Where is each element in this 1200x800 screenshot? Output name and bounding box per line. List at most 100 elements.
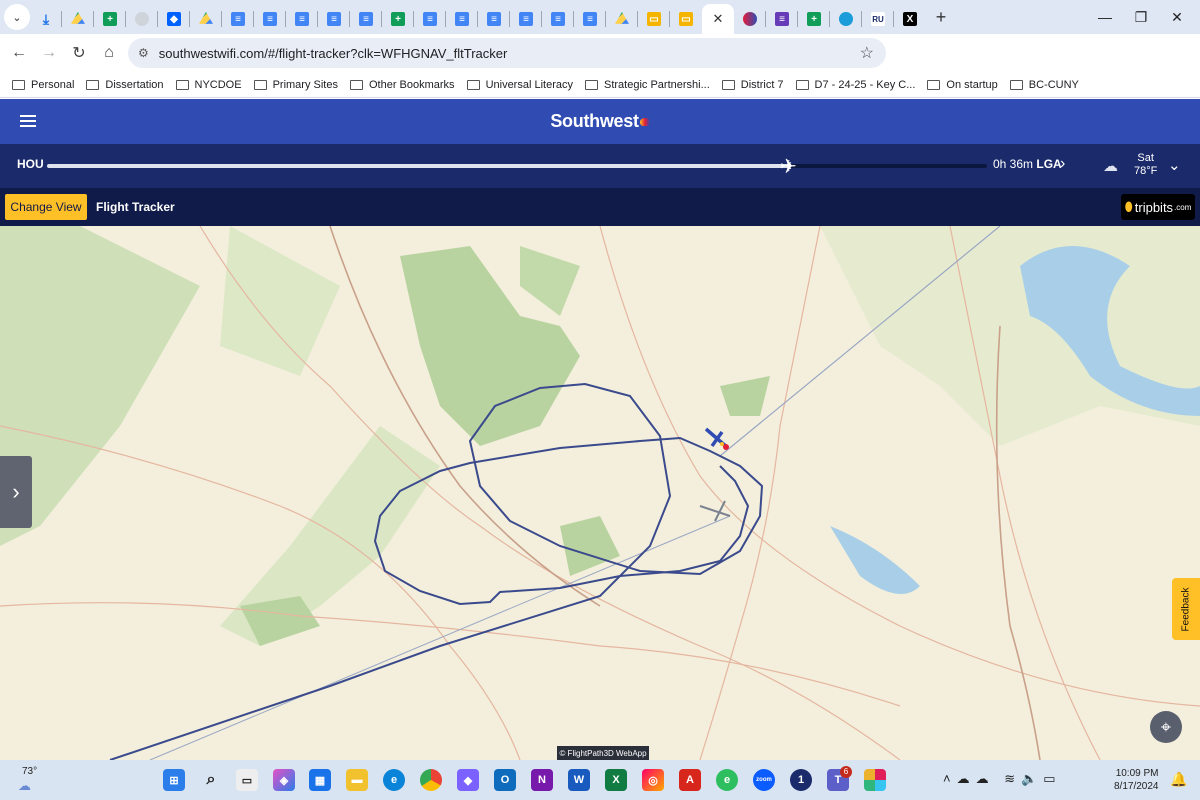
google-drive-icon [615, 12, 629, 24]
southwest-logo: Southwest [550, 111, 650, 132]
store-icon[interactable]: ▦ [309, 769, 331, 791]
bookmark-star-icon[interactable]: ☆ [860, 43, 874, 63]
bookmark-dissertation[interactable]: Dissertation [86, 79, 164, 91]
origin-code: HOU [17, 157, 44, 171]
excel-icon[interactable]: X [605, 769, 627, 791]
tab-chat[interactable] [830, 4, 862, 34]
tab-sheets-2[interactable]: + [382, 4, 414, 34]
zoom-icon[interactable]: zoom [753, 769, 775, 791]
bookmark-d7-key[interactable]: D7 - 24-25 - Key C... [795, 79, 915, 91]
photos-icon[interactable]: ◎ [642, 769, 664, 791]
onepassword-icon[interactable]: 1 [790, 769, 812, 791]
tab-sheets[interactable]: + [94, 4, 126, 34]
tab-docs-11[interactable]: ≡ [574, 4, 606, 34]
tab-slides-2[interactable]: ▭ [670, 4, 702, 34]
bookmark-strategic[interactable]: Strategic Partnershi... [584, 79, 710, 91]
system-tray-icons[interactable]: ˄☁☁ ≋🔈▭ [943, 771, 1062, 787]
tab-ru[interactable]: RU [862, 4, 894, 34]
tab-docs-10[interactable]: ≡ [542, 4, 574, 34]
expand-panel-button[interactable]: › [0, 456, 32, 528]
tab-southwest[interactable] [734, 4, 766, 34]
folder-icon [349, 79, 363, 90]
tab-drive-3[interactable] [606, 4, 638, 34]
acrobat-icon[interactable]: A [679, 769, 701, 791]
tab-docs-3[interactable]: ≡ [286, 4, 318, 34]
bookmark-other[interactable]: Other Bookmarks [349, 79, 455, 91]
tab-drive-2[interactable] [190, 4, 222, 34]
google-drive-icon [199, 12, 213, 24]
tab-x[interactable]: X [894, 4, 926, 34]
bookmark-primary-sites[interactable]: Primary Sites [253, 79, 338, 91]
bookmark-district-7[interactable]: District 7 [721, 79, 784, 91]
chevron-right-icon: › [12, 479, 20, 504]
copilot-app-icon[interactable]: ◆ [457, 769, 479, 791]
url-text[interactable]: southwestwifi.com/#/flight-tracker?clk=W… [159, 46, 508, 61]
folder-icon [927, 79, 941, 90]
onenote-icon[interactable]: N [531, 769, 553, 791]
tripbits-logo[interactable]: ⬮ tripbits .com [1121, 194, 1195, 220]
word-icon[interactable]: W [568, 769, 590, 791]
bookmark-nycdoe[interactable]: NYCDOE [175, 79, 242, 91]
flight-map[interactable] [0, 226, 1200, 760]
home-icon[interactable]: ⌂ [94, 44, 124, 62]
tab-search-dropdown-icon[interactable]: ⌄ [4, 4, 30, 30]
google-docs-icon: ≡ [231, 12, 245, 26]
lake-water [830, 526, 920, 594]
evernote-icon[interactable]: e [716, 769, 738, 791]
copilot-icon[interactable]: ◈ [273, 769, 295, 791]
tab-dropbox[interactable]: ◆ [158, 4, 190, 34]
back-icon[interactable]: ← [4, 44, 34, 62]
locate-aircraft-icon[interactable]: ⌖ [1150, 711, 1182, 743]
feedback-button[interactable]: Feedback [1172, 578, 1200, 640]
taskbar-clock[interactable]: 10:09 PM 8/17/2024 [1114, 767, 1159, 793]
chevron-right-icon[interactable]: › [1060, 155, 1065, 173]
tab-docs-5[interactable]: ≡ [350, 4, 382, 34]
bookmark-on-startup[interactable]: On startup [927, 79, 998, 91]
new-tab-button[interactable]: + [926, 7, 956, 28]
folder-icon [12, 79, 25, 90]
tab-sheets-3[interactable]: + [798, 4, 830, 34]
search-icon[interactable]: ⌕ [200, 769, 222, 791]
file-explorer-icon[interactable]: ▬ [346, 769, 368, 791]
address-bar[interactable]: ⚙ southwestwifi.com/#/flight-tracker?clk… [128, 38, 886, 68]
tab-docs-4[interactable]: ≡ [318, 4, 350, 34]
close-tab-icon[interactable]: ✕ [713, 11, 724, 27]
google-docs-icon: ≡ [583, 12, 597, 26]
chrome-icon[interactable] [420, 769, 442, 791]
outlook-icon[interactable]: O [494, 769, 516, 791]
change-view-button[interactable]: Change View [5, 194, 87, 220]
reload-icon[interactable]: ↻ [64, 43, 94, 63]
hamburger-menu-icon[interactable] [20, 115, 36, 130]
tab-docs-7[interactable]: ≡ [446, 4, 478, 34]
tab-docs-6[interactable]: ≡ [414, 4, 446, 34]
folder-icon [253, 79, 267, 90]
site-info-icon[interactable]: ⚙ [138, 46, 149, 60]
tab-docs-1[interactable]: ≡ [222, 4, 254, 34]
notification-bell-icon[interactable]: 🔔 [1170, 771, 1187, 788]
download-icon: ⤓ [42, 10, 50, 27]
tab-docs-2[interactable]: ≡ [254, 4, 286, 34]
windows-start-icon[interactable]: ⊞ [163, 769, 185, 791]
close-window-icon[interactable]: ✕ [1154, 0, 1200, 34]
bookmark-personal[interactable]: Personal [12, 79, 74, 91]
tab-slides-1[interactable]: ▭ [638, 4, 670, 34]
forward-icon[interactable]: → [34, 44, 64, 62]
progress-fill [47, 164, 790, 168]
bookmark-bc-cuny[interactable]: BC-CUNY [1009, 79, 1079, 91]
tab-docs-8[interactable]: ≡ [478, 4, 510, 34]
windows-taskbar: ☁ 73° ⊞ ⌕ ▭ ◈ ▦ ▬ e ◆ O N W X ◎ A e zoom… [0, 760, 1200, 800]
bookmark-universal-literacy[interactable]: Universal Literacy [466, 79, 573, 91]
taskbar-temperature[interactable]: 73° [22, 766, 37, 777]
task-view-icon[interactable]: ▭ [236, 769, 258, 791]
tab-southwest-active[interactable]: ✕ [702, 4, 734, 34]
tab-drive[interactable] [62, 4, 94, 34]
slack-icon[interactable] [864, 769, 886, 791]
edge-icon[interactable]: e [383, 769, 405, 791]
tab-forms[interactable]: ≡ [766, 4, 798, 34]
tab-profile[interactable] [126, 4, 158, 34]
chevron-down-icon[interactable]: ⌄ [1168, 156, 1181, 174]
tracker-subnav: Change View Flight Tracker ⬮ tripbits .com [0, 188, 1200, 226]
weather-widget-icon[interactable]: ☁ [18, 778, 31, 794]
tab-docs-9[interactable]: ≡ [510, 4, 542, 34]
tab-download[interactable]: ⤓ [30, 4, 62, 34]
